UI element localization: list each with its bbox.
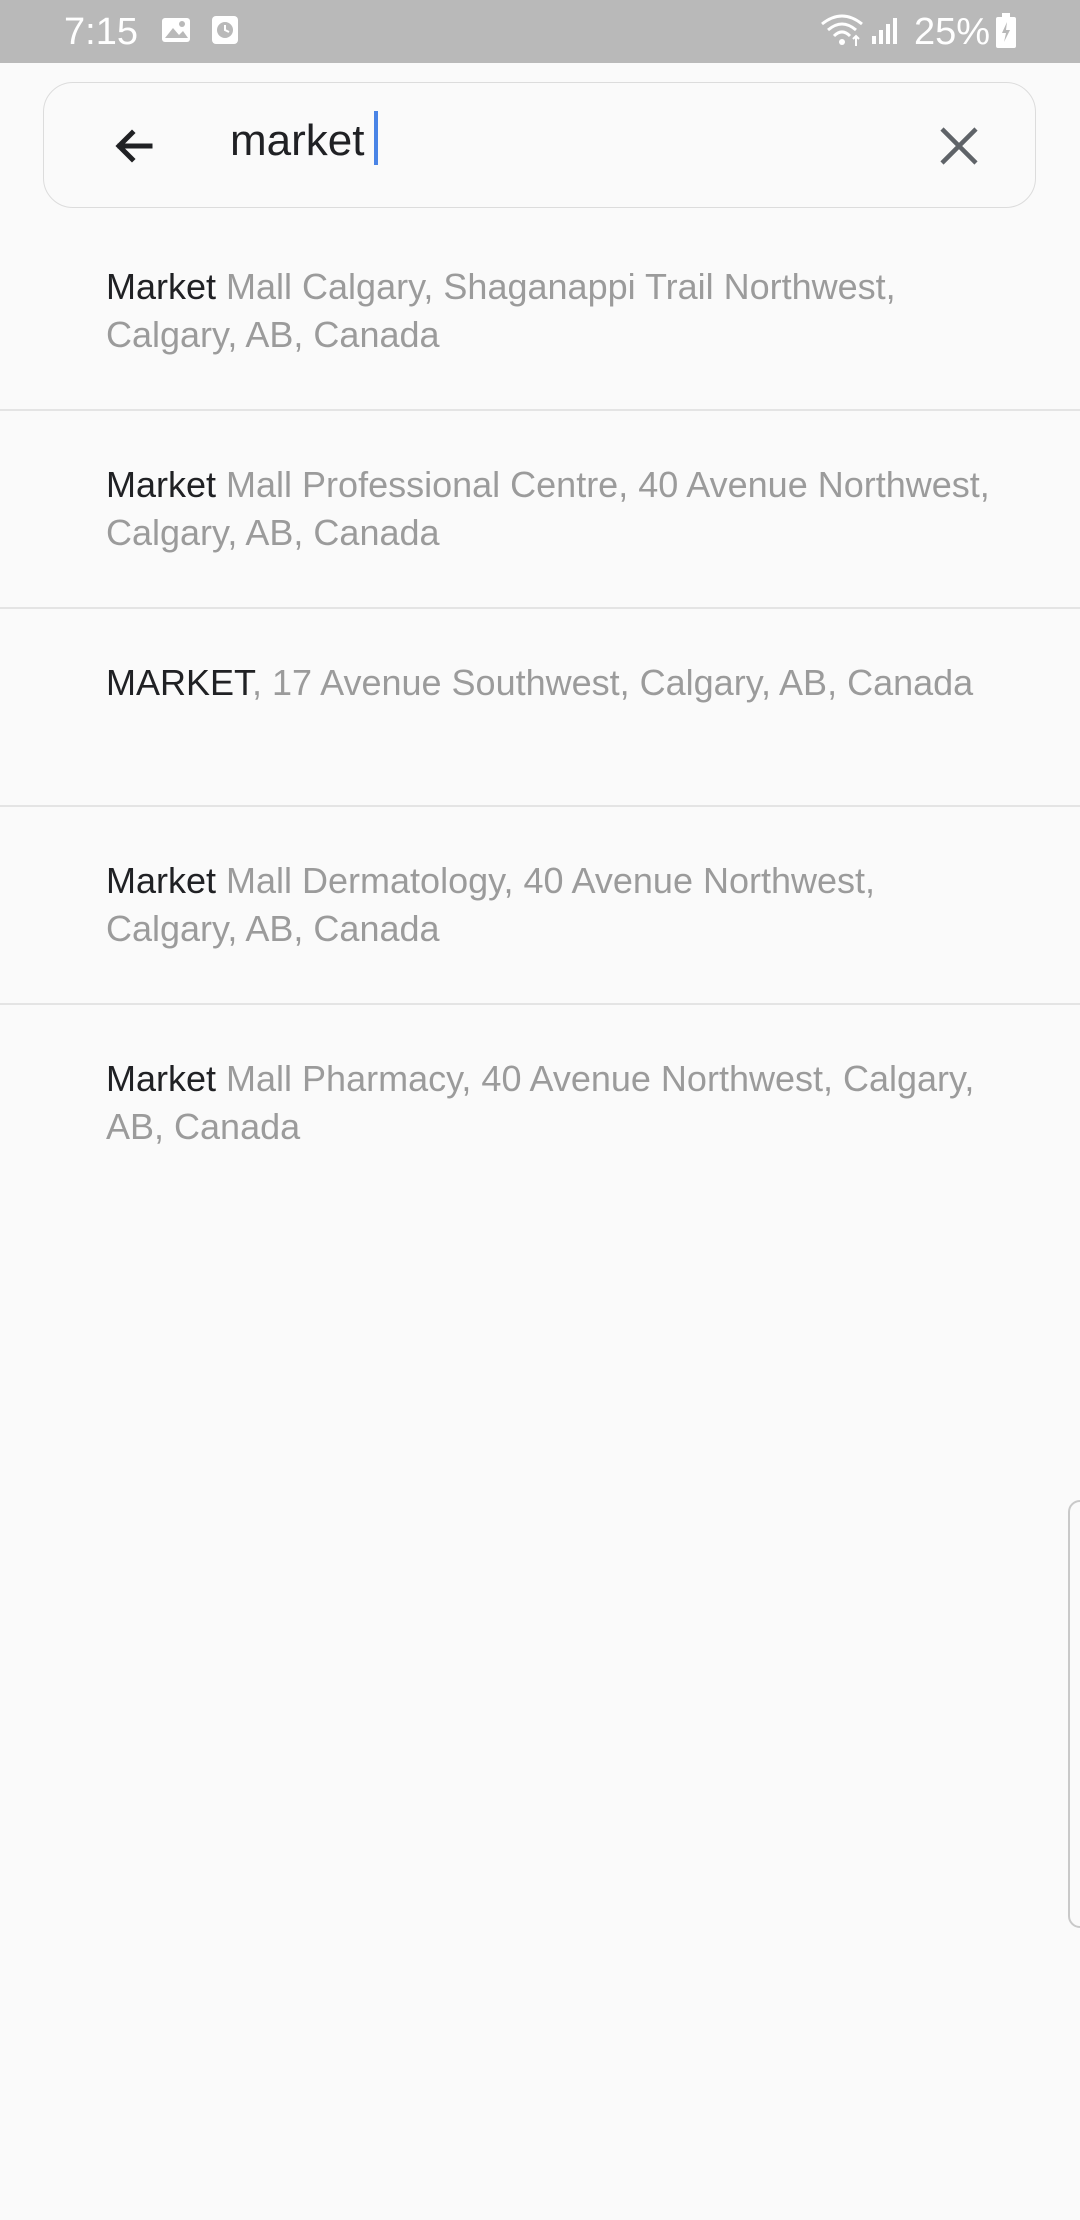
suggestion-item[interactable]: Market Mall Pharmacy, 40 Avenue Northwes… bbox=[0, 1005, 1080, 1203]
suggestion-item[interactable]: Market Mall Professional Centre, 40 Aven… bbox=[0, 411, 1080, 609]
suggestion-match: MARKET bbox=[106, 662, 253, 703]
suggestion-list: Market Mall Calgary, Shaganappi Trail No… bbox=[0, 213, 1080, 1203]
suggestion-text: MARKET, 17 Avenue Southwest, Calgary, AB… bbox=[106, 659, 1006, 707]
search-input-value: market bbox=[230, 116, 365, 165]
suggestion-item[interactable]: MARKET, 17 Avenue Southwest, Calgary, AB… bbox=[0, 609, 1080, 807]
suggestion-rest: , 17 Avenue Southwest, Calgary, AB, Cana… bbox=[252, 662, 974, 703]
edge-panel-handle[interactable] bbox=[1068, 1500, 1080, 1928]
back-arrow-icon bbox=[115, 129, 153, 163]
signal-icon bbox=[870, 12, 904, 51]
suggestion-rest: Mall Professional Centre, 40 Avenue Nort… bbox=[106, 464, 990, 553]
close-icon bbox=[940, 127, 978, 165]
search-input[interactable]: market bbox=[230, 110, 379, 172]
clock-app-icon bbox=[210, 14, 240, 51]
status-bar: 7:15 25% bbox=[0, 0, 1080, 63]
back-button[interactable] bbox=[104, 116, 164, 176]
suggestion-text: Market Mall Professional Centre, 40 Aven… bbox=[106, 461, 1006, 557]
suggestion-rest: Mall Dermatology, 40 Avenue Northwest, C… bbox=[106, 860, 876, 949]
suggestion-text: Market Mall Calgary, Shaganappi Trail No… bbox=[106, 263, 1006, 359]
suggestion-item[interactable]: Market Mall Dermatology, 40 Avenue North… bbox=[0, 807, 1080, 1005]
suggestion-match: Market bbox=[106, 464, 217, 505]
clear-search-button[interactable] bbox=[929, 116, 989, 176]
wifi-icon bbox=[820, 12, 864, 53]
image-icon bbox=[160, 14, 192, 51]
suggestion-text: Market Mall Pharmacy, 40 Avenue Northwes… bbox=[106, 1055, 1006, 1151]
battery-charging-icon bbox=[994, 12, 1018, 55]
suggestion-rest: Mall Calgary, Shaganappi Trail Northwest… bbox=[106, 266, 896, 355]
search-bar: market bbox=[43, 82, 1036, 208]
battery-percentage: 25% bbox=[914, 11, 991, 53]
suggestion-match: Market bbox=[106, 266, 217, 307]
suggestion-item[interactable]: Market Mall Calgary, Shaganappi Trail No… bbox=[0, 213, 1080, 411]
text-caret bbox=[374, 111, 379, 165]
suggestion-rest: Mall Pharmacy, 40 Avenue Northwest, Calg… bbox=[106, 1058, 975, 1147]
status-time: 7:15 bbox=[64, 11, 138, 53]
suggestion-text: Market Mall Dermatology, 40 Avenue North… bbox=[106, 857, 1006, 953]
suggestion-match: Market bbox=[106, 1058, 217, 1099]
suggestion-match: Market bbox=[106, 860, 217, 901]
